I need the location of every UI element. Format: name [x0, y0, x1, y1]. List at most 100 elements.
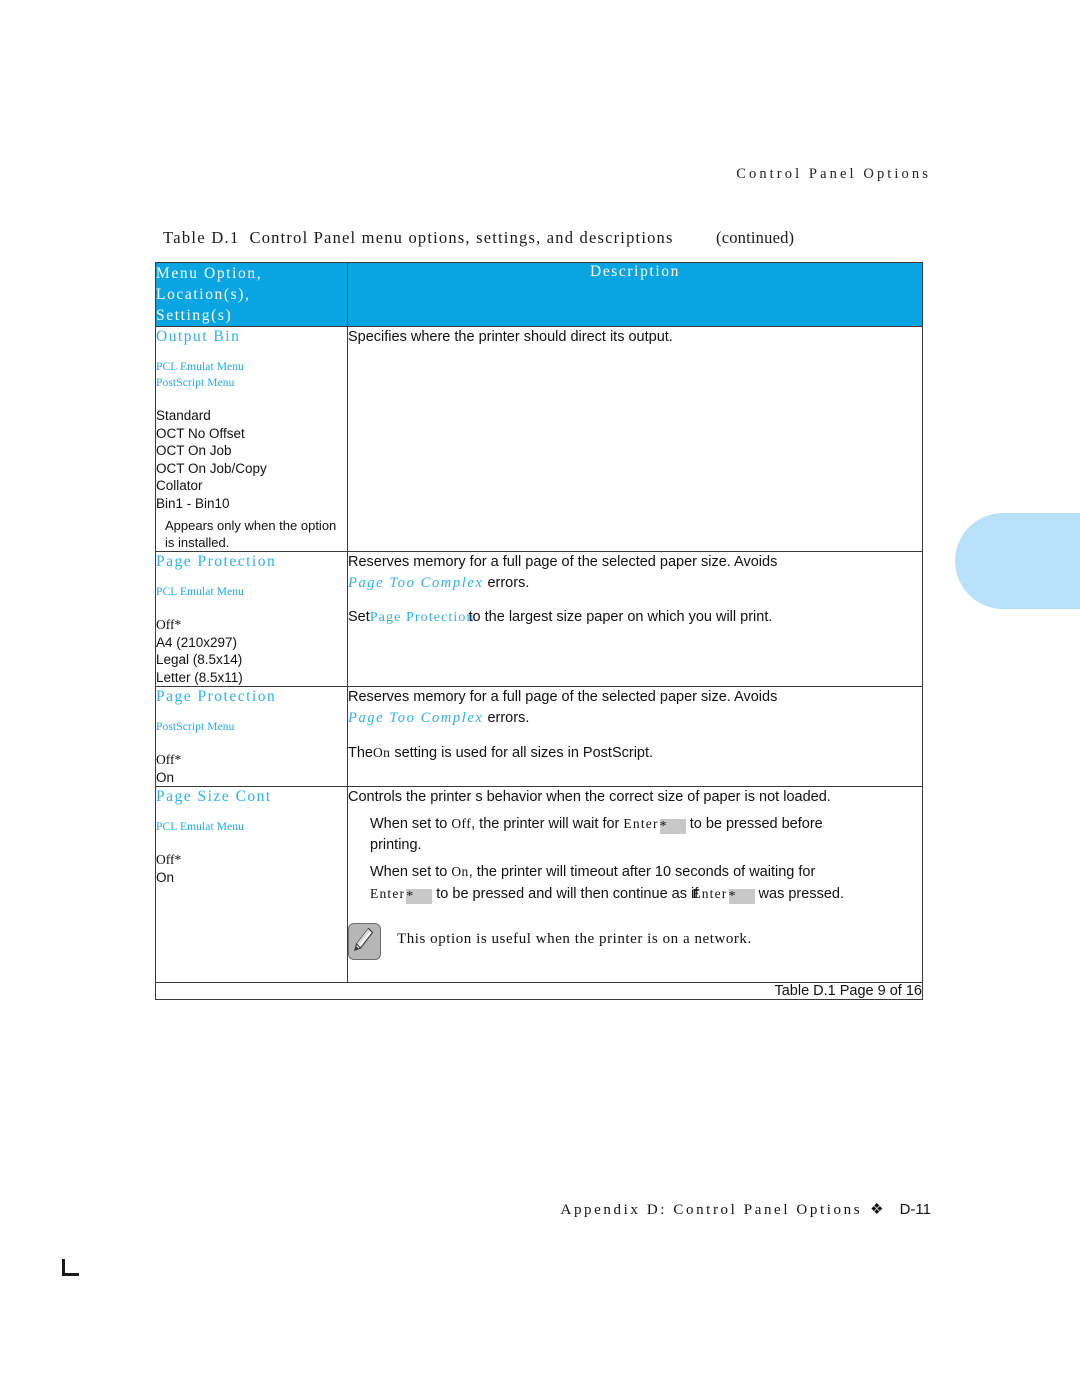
column-header-description: Description — [347, 262, 923, 327]
option-settings: Off* On — [156, 851, 347, 886]
column-header-line-2: Location(s), — [156, 286, 251, 303]
description-line: When set to On, the printer will timeout… — [370, 861, 922, 883]
note-callout: This option is useful when the printer i… — [348, 923, 922, 960]
option-locations: PCL Emulat Menu — [156, 819, 347, 835]
option-setting: Legal (8.5x14) — [156, 652, 243, 667]
inline-literal: On — [373, 745, 391, 760]
column-header-menu-option: Menu Option, Location(s), Setting(s) — [155, 262, 348, 327]
option-setting: OCT On Job/Copy — [156, 460, 267, 476]
option-locations: PCL Emulat Menu — [156, 584, 347, 600]
column-header-line-1: Menu Option, — [156, 265, 263, 282]
option-setting: OCT No Offset — [156, 425, 245, 441]
table-row: Output Bin PCL Emulat Menu PostScript Me… — [155, 326, 923, 552]
page-number: D-11 — [899, 1201, 931, 1218]
description-line: When set to Off, the printer will wait f… — [370, 813, 922, 835]
description-text: When set to — [370, 864, 448, 880]
table-row: Page Protection PCL Emulat Menu Off* A4 … — [155, 551, 923, 687]
description-text: , the printer will wait for — [471, 816, 620, 832]
option-setting: Collator — [156, 478, 203, 493]
option-locations: PCL Emulat Menu PostScript Menu — [156, 359, 347, 391]
description-line: Specifies where the printer should direc… — [348, 329, 673, 345]
description-text: Set — [348, 609, 370, 625]
option-cell-page-size-cont: Page Size Cont PCL Emulat Menu Off* On — [155, 786, 348, 983]
description-cell-output-bin: Specifies where the printer should direc… — [347, 326, 923, 552]
option-setting: Off* — [156, 852, 182, 867]
option-setting: A4 (210x297) — [156, 634, 238, 650]
inline-code-term: Page Protection — [369, 610, 475, 625]
table-caption-text: Control Panel menu options, settings, an… — [249, 228, 674, 247]
table-caption: Table D.1 Control Panel menu options, set… — [163, 228, 963, 252]
enter-key-star: * — [406, 889, 433, 904]
description-line: Reserves memory for a full page of the s… — [348, 689, 778, 705]
option-setting: Off* — [156, 752, 182, 767]
description-text: was pressed. — [758, 886, 844, 902]
inline-code-term: Page Too Complex — [348, 710, 484, 726]
option-setting: On — [156, 869, 175, 885]
column-header-line-3: Setting(s) — [156, 307, 233, 324]
description-line: SetPage Protectionto the largest size pa… — [348, 607, 922, 628]
diamond-icon: ❖ — [870, 1202, 884, 1218]
description-cell-page-size-cont: Controls the printer s behavior when the… — [347, 786, 923, 983]
option-settings: Off* A4 (210x297) Legal (8.5x14) Letter … — [156, 616, 347, 686]
note-text: This option is useful when the printer i… — [397, 931, 752, 947]
table-footer-row: Table D.1 Page 9 of 16 — [155, 982, 923, 1000]
description-text: errors. — [487, 710, 530, 726]
table-row: Page Size Cont PCL Emulat Menu Off* On C… — [155, 786, 923, 983]
enter-key-star: * — [728, 889, 755, 904]
cell-filler — [156, 886, 347, 982]
option-setting: OCT On Job — [156, 443, 232, 458]
document-page: Control Panel Options Table D.1 Control P… — [0, 0, 1080, 1397]
option-location: PCL Emulat Menu — [156, 586, 244, 598]
description-text: to the largest size paper on which you w… — [468, 609, 773, 625]
pencil-icon — [348, 923, 381, 960]
enter-key-label: Enter — [370, 886, 406, 901]
description-line: Page Too Complex errors. — [348, 573, 922, 594]
description-text: , the printer will timeout after 10 seco… — [468, 864, 816, 880]
running-head: Control Panel Options — [736, 166, 931, 182]
table-caption-label: Table D.1 — [163, 228, 240, 247]
option-availability-note: Appears only when the option is installe… — [165, 518, 337, 550]
option-setting: Bin1 - Bin10 — [156, 495, 230, 511]
table-row: Page Protection PostScript Menu Off* On … — [155, 686, 923, 787]
description-line: Enter* to be pressed and will then conti… — [370, 883, 922, 905]
option-cell-page-protection-pcl: Page Protection PCL Emulat Menu Off* A4 … — [155, 551, 348, 687]
description-text: When set to — [370, 816, 448, 832]
inline-literal: Off — [451, 816, 472, 831]
option-title: Page Size Cont — [156, 788, 272, 805]
margin-thumb-tab — [955, 513, 1080, 609]
description-line: TheOn setting is used for all sizes in P… — [348, 742, 922, 764]
table-footer-left — [155, 982, 348, 1000]
option-settings: Off* On — [156, 751, 347, 786]
description-line: Controls the printer s behavior when the… — [348, 789, 831, 805]
option-location: PCL Emulat Menu — [156, 821, 244, 833]
control-panel-options-table: Menu Option, Location(s), Setting(s) Des… — [155, 262, 923, 1000]
enter-key-graphic: Enter* — [370, 883, 433, 904]
description-cell-page-protection-pcl: Reserves memory for a full page of the s… — [347, 551, 923, 687]
enter-key-label: Enter — [692, 886, 728, 901]
enter-key-graphic: Enter* — [623, 813, 686, 834]
table-caption-continued: (continued) — [716, 228, 795, 247]
option-settings: Standard OCT No Offset OCT On Job OCT On… — [156, 407, 347, 512]
description-text: setting is used for all sizes in PostScr… — [394, 745, 654, 761]
option-title: Output Bin — [156, 328, 241, 345]
description-line: Reserves memory for a full page of the s… — [348, 554, 778, 570]
table-header-row: Menu Option, Location(s), Setting(s) Des… — [155, 262, 923, 327]
option-location: PCL Emulat Menu — [156, 361, 244, 373]
description-text: to be pressed and will then continue as … — [436, 886, 699, 902]
description-cell-page-protection-ps: Reserves memory for a full page of the s… — [347, 686, 923, 787]
option-cell-output-bin: Output Bin PCL Emulat Menu PostScript Me… — [155, 326, 348, 552]
option-cell-page-protection-ps: Page Protection PostScript Menu Off* On — [155, 686, 348, 787]
description-text: errors. — [487, 575, 530, 591]
option-title: Page Protection — [156, 553, 277, 570]
option-setting: On — [156, 769, 175, 785]
option-location: PostScript Menu — [156, 377, 235, 389]
option-setting: Standard — [156, 408, 211, 423]
option-locations: PostScript Menu — [156, 719, 347, 735]
crop-mark — [62, 1259, 79, 1276]
option-title: Page Protection — [156, 688, 277, 705]
option-setting: Off* — [156, 617, 182, 632]
table-page-indicator: Table D.1 Page 9 of 16 — [347, 982, 923, 1000]
enter-key-graphic: Enter* — [692, 883, 755, 904]
page-footer-text: Appendix D: Control Panel Options — [560, 1202, 863, 1218]
description-text: The — [348, 745, 373, 761]
